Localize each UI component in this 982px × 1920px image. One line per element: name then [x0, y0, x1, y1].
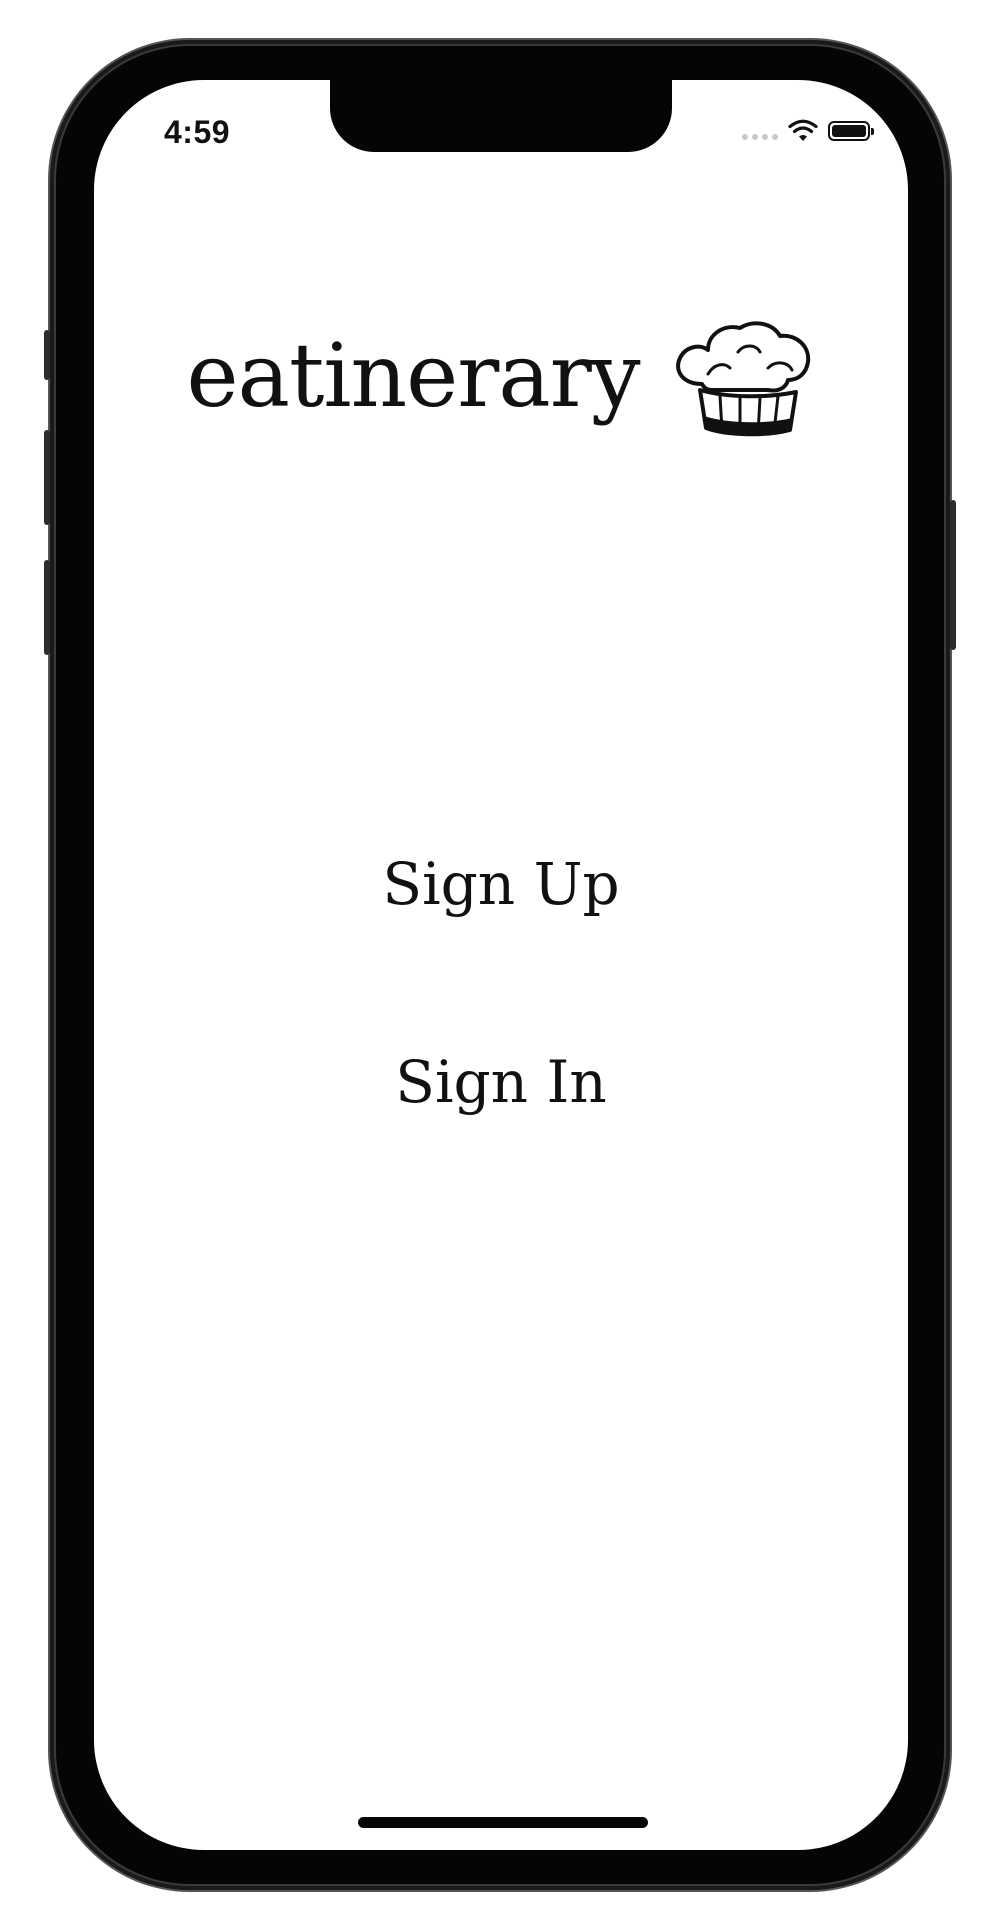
sign-up-button[interactable]: Sign Up [94, 850, 908, 918]
app-screen: 4:59 eatinerary Sign Up Sign In [94, 80, 908, 1850]
mute-switch [44, 330, 50, 380]
volume-down-button [44, 560, 50, 655]
home-indicator[interactable] [358, 1817, 648, 1828]
sign-in-button[interactable]: Sign In [94, 1048, 908, 1116]
power-button [950, 500, 956, 650]
notch [330, 80, 672, 152]
app-header: eatinerary [94, 310, 908, 442]
status-icons [742, 116, 874, 146]
status-time: 4:59 [164, 114, 231, 150]
device-mockup: 4:59 eatinerary Sign Up Sign In [0, 0, 982, 1920]
signal-icon [742, 134, 778, 140]
app-title: eatinerary [186, 324, 640, 427]
volume-up-button [44, 430, 50, 525]
wifi-icon [788, 119, 818, 141]
battery-icon [828, 121, 874, 141]
chef-hat-icon [675, 321, 810, 437]
